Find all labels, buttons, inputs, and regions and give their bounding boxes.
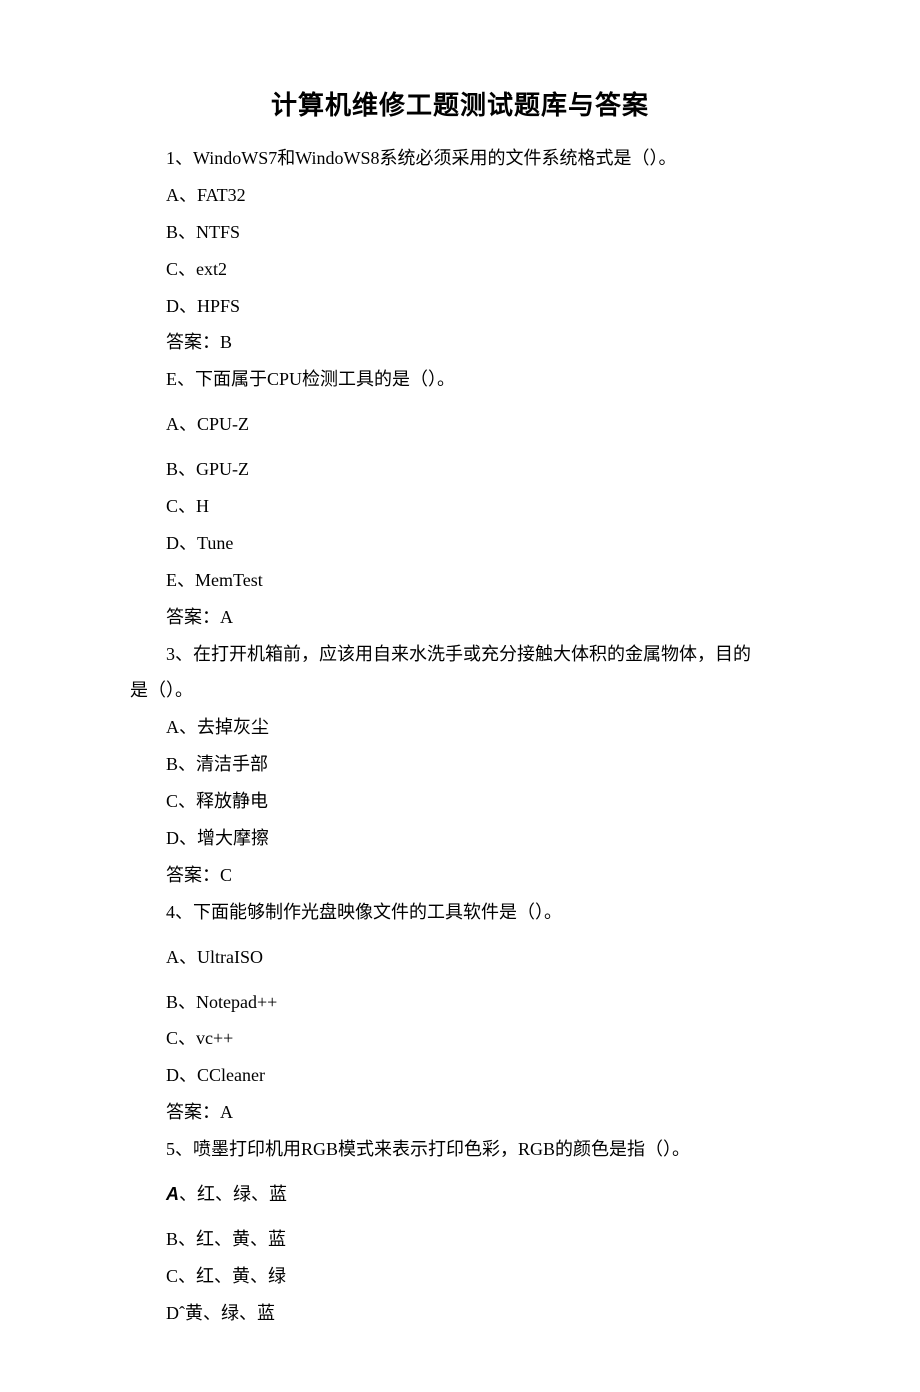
q4-stem: 4、下面能够制作光盘映像文件的工具软件是（）。 [130, 894, 790, 931]
document-title: 计算机维修工题测试题库与答案 [130, 85, 790, 122]
q3-option-a: A、去掉灰尘 [130, 709, 790, 746]
q5-stem: 5、喷墨打印机用RGB模式来表示打印色彩，RGB的颜色是指（）。 [130, 1131, 790, 1168]
q1-answer: 答案：B [130, 324, 790, 361]
q1-option-b: B、NTFS [130, 214, 790, 251]
q5-a-prefix: A [166, 1184, 179, 1204]
q4-option-c: C、vc++ [130, 1020, 790, 1057]
q5-option-a: A、红、绿、蓝 [130, 1176, 790, 1213]
q5-option-b: B、红、黄、蓝 [130, 1221, 790, 1258]
q2-option-a: A、CPU-Z [130, 406, 790, 443]
q2-option-e: E、MemTest [130, 562, 790, 599]
q3-option-c: C、释放静电 [130, 783, 790, 820]
q2-stem: E、下面属于CPU检测工具的是（）。 [130, 361, 790, 398]
q3-stem-line2: 是（）。 [130, 672, 790, 709]
q2-option-b: B、GPU-Z [130, 451, 790, 488]
q2-option-c: C、H [130, 488, 790, 525]
q3-option-d: D、增大摩擦 [130, 820, 790, 857]
q4-option-a: A、UltraISO [130, 939, 790, 976]
q5-a-rest: 、红、绿、蓝 [179, 1184, 287, 1204]
q4-option-d: D、CCleaner [130, 1057, 790, 1094]
q3-stem-line1: 3、在打开机箱前，应该用自来水洗手或充分接触大体积的金属物体，目的 [130, 636, 790, 673]
q4-option-b: B、Notepad++ [130, 984, 790, 1021]
q5-option-d: Dˆ黄、绿、蓝 [130, 1295, 790, 1332]
q3-answer: 答案：C [130, 857, 790, 894]
q1-stem: 1、WindoWS7和WindoWS8系统必须采用的文件系统格式是（）。 [130, 140, 790, 177]
q1-option-a: A、FAT32 [130, 177, 790, 214]
q4-answer: 答案：A [130, 1094, 790, 1131]
q1-option-c: C、ext2 [130, 251, 790, 288]
q2-option-d: D、Tune [130, 525, 790, 562]
q2-answer: 答案：A [130, 599, 790, 636]
q5-option-c: C、红、黄、绿 [130, 1258, 790, 1295]
q1-option-d: D、HPFS [130, 288, 790, 325]
q3-option-b: B、清洁手部 [130, 746, 790, 783]
